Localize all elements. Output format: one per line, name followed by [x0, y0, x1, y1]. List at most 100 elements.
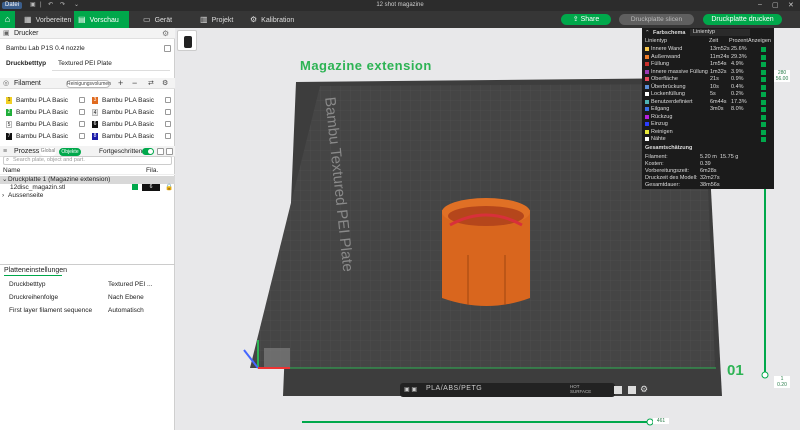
- print-sequence-setting[interactable]: Nach Ebene: [108, 293, 144, 302]
- legend-show-checkbox[interactable]: [761, 99, 766, 105]
- legend-row[interactable]: Oberfläche 21s 0.9%: [645, 76, 771, 83]
- legend-row[interactable]: Rückzug: [645, 114, 771, 121]
- filament-slot-6[interactable]: 6 Bambu PLA Basic: [92, 120, 172, 129]
- legend-row[interactable]: Füllung 1m54s 4.9%: [645, 61, 771, 68]
- filament-slot-7[interactable]: 7 Bambu PLA Basic: [6, 132, 86, 141]
- edit-icon[interactable]: [79, 97, 85, 103]
- legend-show-checkbox[interactable]: [761, 122, 766, 127]
- legend-show-checkbox[interactable]: [761, 77, 766, 82]
- global-tab[interactable]: Global: [40, 148, 56, 156]
- tab-prepare[interactable]: ▦ Vorbereiten: [24, 11, 71, 28]
- tab-preview[interactable]: ▤ Vorschau: [74, 11, 129, 28]
- color-scheme-select[interactable]: Linientyp: [690, 29, 750, 36]
- view-icon[interactable]: [614, 386, 622, 394]
- print-button[interactable]: Druckplatte drucken: [703, 14, 782, 25]
- filament-name: Bambu PLA Basic: [16, 97, 69, 104]
- first-layer-sequence-setting[interactable]: Automatisch: [108, 306, 144, 315]
- edit-icon[interactable]: [79, 109, 85, 115]
- edit-icon[interactable]: [165, 121, 171, 127]
- legend-line-type: Einzug: [651, 121, 668, 127]
- plate-thumbnail[interactable]: [177, 30, 197, 51]
- settings-icon[interactable]: ⚙: [640, 384, 648, 395]
- maximize-icon[interactable]: ▢: [772, 1, 779, 9]
- collapse-icon[interactable]: ⌃: [645, 30, 650, 36]
- legend-row[interactable]: Innere massive Füllung 1m32s 3.9%: [645, 69, 771, 76]
- legend-row[interactable]: Nähte: [645, 136, 771, 143]
- legend-show-checkbox[interactable]: [761, 129, 766, 135]
- save-preset-icon[interactable]: [166, 148, 173, 155]
- legend-row[interactable]: Innere Wand 13m52s 25.6%: [645, 46, 771, 53]
- legend-show-checkbox[interactable]: [761, 92, 766, 97]
- bed-type-select[interactable]: Textured PEI Plate: [58, 59, 112, 68]
- legend-show-checkbox[interactable]: [761, 47, 766, 52]
- edit-icon[interactable]: [79, 133, 85, 139]
- legend-row[interactable]: Lockenfüllung 5s 0.2%: [645, 91, 771, 98]
- legend-time: 11m24s: [710, 53, 730, 60]
- slice-button[interactable]: Druckplatte slicen: [619, 14, 694, 25]
- edit-icon[interactable]: [165, 133, 171, 139]
- preview-icon: ▤: [78, 15, 86, 24]
- legend-time: 21s: [710, 76, 719, 82]
- legend-color-swatch: [645, 122, 649, 126]
- legend-row[interactable]: Einzug: [645, 121, 771, 128]
- legend-show-checkbox[interactable]: [761, 62, 766, 67]
- expand-icon[interactable]: ›: [2, 191, 4, 200]
- filament-slot-1[interactable]: 1 Bambu PLA Basic: [6, 96, 86, 105]
- legend-show-checkbox[interactable]: [761, 107, 766, 112]
- edit-icon[interactable]: [164, 45, 171, 52]
- visible-checkbox[interactable]: [132, 184, 138, 190]
- filament-slot-4[interactable]: 4 Bambu PLA Basic: [92, 108, 172, 117]
- legend-show-checkbox[interactable]: [761, 84, 766, 90]
- bed-type-setting[interactable]: Textured PEI ...: [108, 280, 152, 289]
- edit-icon[interactable]: [165, 109, 171, 115]
- edit-icon[interactable]: [79, 121, 85, 127]
- calibration-icon: ⚙: [250, 15, 258, 24]
- legend-show-checkbox[interactable]: [761, 54, 766, 60]
- layer-icon[interactable]: [628, 386, 636, 394]
- sync-icon[interactable]: ⇄: [148, 79, 154, 87]
- tab-device[interactable]: ▭ Gerät: [143, 11, 172, 28]
- settings-icon[interactable]: ⚙: [162, 79, 168, 87]
- filament-slot-8[interactable]: 8 Bambu PLA Basic: [92, 132, 172, 141]
- objects-tab[interactable]: Objekte: [59, 148, 81, 156]
- gear-icon[interactable]: ⚙: [162, 29, 169, 38]
- printer-name[interactable]: Bambu Lab P1S 0.4 nozzle: [6, 44, 85, 53]
- legend-color-swatch: [645, 114, 649, 119]
- bed-plate-icons: ▣ ▣: [404, 387, 418, 393]
- object-search-input[interactable]: ⌕ Search plate, object and part.: [3, 156, 172, 165]
- device-icon: ▭: [143, 15, 151, 24]
- edit-icon[interactable]: [165, 97, 171, 103]
- lock-icon[interactable]: 🔒: [165, 183, 173, 192]
- legend-row[interactable]: Überbrückung 10s 0.4%: [645, 84, 771, 91]
- prepare-icon: ▦: [24, 15, 32, 24]
- legend-show-checkbox[interactable]: [761, 114, 766, 120]
- filament-slot-2[interactable]: 2 Bambu PLA Basic: [6, 108, 86, 117]
- filament-slot-3[interactable]: 3 Bambu PLA Basic: [92, 96, 172, 105]
- home-icon[interactable]: ⌂: [0, 11, 15, 28]
- filament-slot-5[interactable]: 5 Bambu PLA Basic: [6, 120, 86, 129]
- legend-percent: 17.3%: [731, 98, 747, 105]
- tab-project[interactable]: ▥ Projekt: [200, 11, 233, 28]
- legend-row[interactable]: Eilgang 3m0s 8.0%: [645, 106, 771, 113]
- legend-color-swatch: [645, 62, 649, 66]
- tab-label: Kalibration: [261, 17, 295, 24]
- minimize-icon[interactable]: –: [758, 1, 762, 8]
- compare-icon[interactable]: [157, 148, 164, 155]
- layer-slider-bottom-thumb[interactable]: [761, 371, 769, 379]
- tab-calibration[interactable]: ⚙ Kalibration: [250, 11, 294, 28]
- legend-row[interactable]: Benutzerdefiniert 6m44s 17.3%: [645, 99, 771, 106]
- legend-show-checkbox[interactable]: [761, 69, 766, 75]
- legend-show-checkbox[interactable]: [761, 137, 766, 142]
- purge-volume-button[interactable]: Reinigungsvolumen: [66, 80, 111, 88]
- legend-row[interactable]: Reinigen: [645, 129, 771, 136]
- close-icon[interactable]: ✕: [788, 1, 794, 9]
- filament-swatch: 4: [92, 109, 98, 116]
- remove-icon[interactable]: −: [132, 78, 137, 88]
- filament-name: Bambu PLA Basic: [102, 109, 155, 116]
- filament-name: Bambu PLA Basic: [16, 121, 69, 128]
- legend-row[interactable]: Außenwand 11m24s 29.3%: [645, 54, 771, 61]
- add-icon[interactable]: +: [118, 78, 123, 88]
- object-filament-badge[interactable]: 6: [142, 184, 160, 191]
- share-button[interactable]: ⇪ Share: [561, 14, 611, 25]
- advanced-toggle[interactable]: [142, 148, 154, 155]
